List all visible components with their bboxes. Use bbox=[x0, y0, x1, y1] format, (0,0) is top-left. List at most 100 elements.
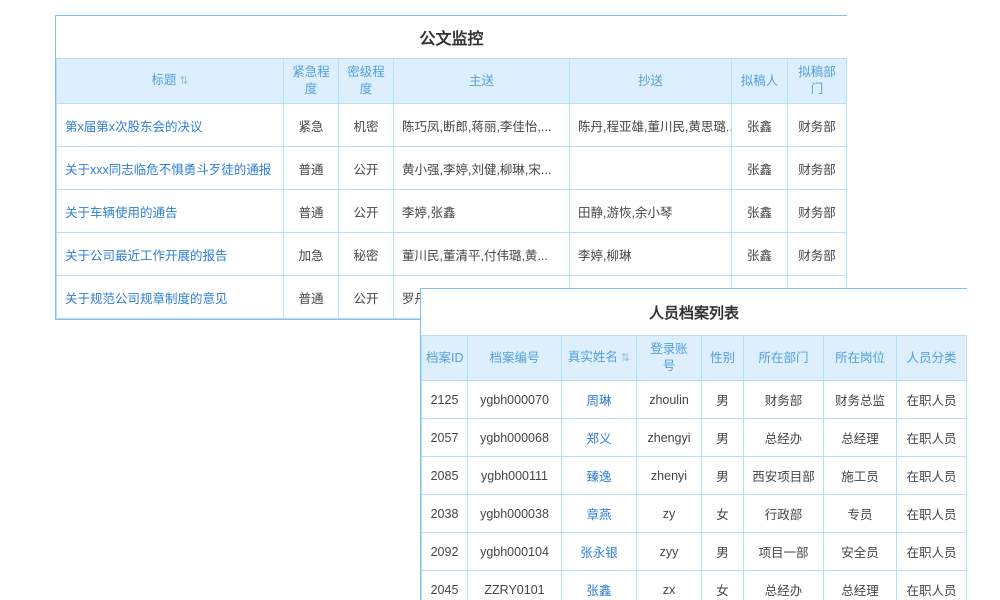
col-header-gender: 性别 bbox=[702, 336, 744, 381]
cell-title: 关于xxx同志临危不惧勇斗歹徒的通报 bbox=[57, 147, 284, 190]
doc-title-link[interactable]: 第x届第x次股东会的决议 bbox=[65, 120, 203, 134]
personnel-archive-panel: 人员档案列表 档案ID 档案编号 真实姓名⇅ 登录账号 性别 所在部门 所在岗位… bbox=[420, 288, 967, 600]
cell-archive-id: 2045 bbox=[422, 571, 468, 600]
col-header-urgency: 紧急程度 bbox=[284, 59, 339, 104]
cell-archive-no: ygbh000104 bbox=[468, 533, 562, 571]
doc-title-link[interactable]: 关于车辆使用的通告 bbox=[65, 206, 178, 220]
cell-main-recipient: 陈巧凤,断郎,蒋丽,李佳怡,... bbox=[394, 104, 570, 147]
col-header-title-label: 标题 bbox=[151, 73, 176, 87]
cell-category: 在职人员 bbox=[897, 533, 967, 571]
person-name-link[interactable]: 张鑫 bbox=[586, 584, 611, 598]
sort-icon[interactable]: ⇅ bbox=[179, 75, 188, 87]
cell-title: 关于规范公司规章制度的意见 bbox=[57, 276, 284, 319]
table-row: 关于车辆使用的通告 普通 公开 李婷,张鑫 田静,游恢,余小琴 张鑫 财务部 bbox=[57, 190, 847, 233]
cell-gender: 男 bbox=[702, 457, 744, 495]
cell-category: 在职人员 bbox=[897, 381, 967, 419]
cell-drafter: 张鑫 bbox=[732, 190, 788, 233]
cell-category: 在职人员 bbox=[897, 495, 967, 533]
table-row: 2085 ygbh000111 臻逸 zhenyi 男 西安项目部 施工员 在职… bbox=[422, 457, 967, 495]
cell-login-account: zhoulin bbox=[637, 381, 702, 419]
cell-position: 总经理 bbox=[824, 571, 897, 600]
cell-login-account: zyy bbox=[637, 533, 702, 571]
cell-real-name: 郑义 bbox=[562, 419, 637, 457]
col-header-main-recipient: 主送 bbox=[394, 59, 570, 104]
table-row: 关于xxx同志临危不惧勇斗歹徒的通报 普通 公开 黄小强,李婷,刘健,柳琳,宋.… bbox=[57, 147, 847, 190]
col-header-draft-dept: 拟稿部门 bbox=[788, 59, 847, 104]
col-header-login-account: 登录账号 bbox=[637, 336, 702, 381]
cell-login-account: zy bbox=[637, 495, 702, 533]
table-row: 2057 ygbh000068 郑义 zhengyi 男 总经办 总经理 在职人… bbox=[422, 419, 967, 457]
person-name-link[interactable]: 张永银 bbox=[580, 546, 618, 560]
doc-title-link[interactable]: 关于xxx同志临危不惧勇斗歹徒的通报 bbox=[65, 163, 271, 177]
cell-main-recipient: 董川民,董清平,付伟璐,黄... bbox=[394, 233, 570, 276]
cell-urgency: 紧急 bbox=[284, 104, 339, 147]
person-name-link[interactable]: 章燕 bbox=[586, 508, 611, 522]
cell-archive-no: ZZRY0101 bbox=[468, 571, 562, 600]
col-header-security: 密级程度 bbox=[339, 59, 394, 104]
cell-archive-id: 2038 bbox=[422, 495, 468, 533]
cell-position: 安全员 bbox=[824, 533, 897, 571]
doc-header-row: 标题⇅ 紧急程度 密级程度 主送 抄送 拟稿人 拟稿部门 bbox=[57, 59, 847, 104]
cell-department: 总经办 bbox=[744, 571, 824, 600]
cell-gender: 男 bbox=[702, 419, 744, 457]
personnel-archive-table: 人员档案列表 档案ID 档案编号 真实姓名⇅ 登录账号 性别 所在部门 所在岗位… bbox=[421, 289, 967, 600]
col-header-drafter: 拟稿人 bbox=[732, 59, 788, 104]
cell-draft-dept: 财务部 bbox=[788, 190, 847, 233]
cell-archive-no: ygbh000111 bbox=[468, 457, 562, 495]
doc-table-title: 公文监控 bbox=[57, 16, 847, 59]
table-row: 第x届第x次股东会的决议 紧急 机密 陈巧凤,断郎,蒋丽,李佳怡,... 陈丹,… bbox=[57, 104, 847, 147]
table-row: 2038 ygbh000038 章燕 zy 女 行政部 专员 在职人员 bbox=[422, 495, 967, 533]
cell-department: 行政部 bbox=[744, 495, 824, 533]
cell-draft-dept: 财务部 bbox=[788, 104, 847, 147]
cell-real-name: 周琳 bbox=[562, 381, 637, 419]
person-name-link[interactable]: 周琳 bbox=[586, 394, 611, 408]
cell-real-name: 章燕 bbox=[562, 495, 637, 533]
col-header-real-name-label: 真实姓名 bbox=[568, 350, 618, 364]
table-row: 2092 ygbh000104 张永银 zyy 男 项目一部 安全员 在职人员 bbox=[422, 533, 967, 571]
col-header-title: 标题⇅ bbox=[57, 59, 284, 104]
cell-security: 机密 bbox=[339, 104, 394, 147]
cell-urgency: 普通 bbox=[284, 147, 339, 190]
doc-monitor-table: 公文监控 标题⇅ 紧急程度 密级程度 主送 抄送 拟稿人 拟稿部门 第x届第x次… bbox=[56, 16, 847, 319]
cell-archive-id: 2125 bbox=[422, 381, 468, 419]
page: 公文监控 标题⇅ 紧急程度 密级程度 主送 抄送 拟稿人 拟稿部门 第x届第x次… bbox=[0, 0, 1000, 600]
person-name-link[interactable]: 郑义 bbox=[586, 432, 611, 446]
cell-category: 在职人员 bbox=[897, 571, 967, 600]
cell-gender: 男 bbox=[702, 533, 744, 571]
col-header-position: 所在岗位 bbox=[824, 336, 897, 381]
cell-cc: 田静,游恢,余小琴 bbox=[570, 190, 732, 233]
cell-archive-id: 2057 bbox=[422, 419, 468, 457]
doc-monitor-panel: 公文监控 标题⇅ 紧急程度 密级程度 主送 抄送 拟稿人 拟稿部门 第x届第x次… bbox=[55, 15, 847, 320]
cell-department: 总经办 bbox=[744, 419, 824, 457]
cell-title: 关于公司最近工作开展的报告 bbox=[57, 233, 284, 276]
col-header-category: 人员分类 bbox=[897, 336, 967, 381]
cell-category: 在职人员 bbox=[897, 457, 967, 495]
cell-category: 在职人员 bbox=[897, 419, 967, 457]
cell-real-name: 张永银 bbox=[562, 533, 637, 571]
cell-draft-dept: 财务部 bbox=[788, 147, 847, 190]
doc-title-link[interactable]: 关于公司最近工作开展的报告 bbox=[65, 249, 228, 263]
cell-cc bbox=[570, 147, 732, 190]
cell-department: 项目一部 bbox=[744, 533, 824, 571]
cell-login-account: zhenyi bbox=[637, 457, 702, 495]
cell-drafter: 张鑫 bbox=[732, 147, 788, 190]
table-row: 关于公司最近工作开展的报告 加急 秘密 董川民,董清平,付伟璐,黄... 李婷,… bbox=[57, 233, 847, 276]
cell-security: 秘密 bbox=[339, 233, 394, 276]
cell-title: 第x届第x次股东会的决议 bbox=[57, 104, 284, 147]
col-header-real-name: 真实姓名⇅ bbox=[562, 336, 637, 381]
sort-icon[interactable]: ⇅ bbox=[621, 352, 630, 364]
col-header-archive-id: 档案ID bbox=[422, 336, 468, 381]
doc-title-link[interactable]: 关于规范公司规章制度的意见 bbox=[65, 292, 228, 306]
cell-main-recipient: 黄小强,李婷,刘健,柳琳,宋... bbox=[394, 147, 570, 190]
cell-urgency: 普通 bbox=[284, 190, 339, 233]
cell-security: 公开 bbox=[339, 276, 394, 319]
cell-gender: 女 bbox=[702, 571, 744, 600]
cell-department: 财务部 bbox=[744, 381, 824, 419]
cell-gender: 女 bbox=[702, 495, 744, 533]
cell-archive-no: ygbh000070 bbox=[468, 381, 562, 419]
person-name-link[interactable]: 臻逸 bbox=[586, 470, 611, 484]
cell-position: 施工员 bbox=[824, 457, 897, 495]
col-header-archive-no: 档案编号 bbox=[468, 336, 562, 381]
cell-department: 西安项目部 bbox=[744, 457, 824, 495]
cell-archive-id: 2092 bbox=[422, 533, 468, 571]
